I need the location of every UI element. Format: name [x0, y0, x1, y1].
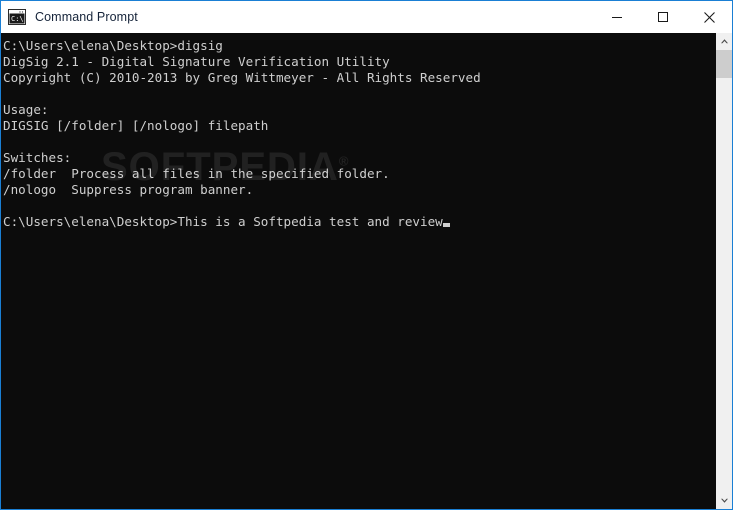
maximize-button[interactable] — [640, 1, 686, 33]
maximize-icon — [658, 12, 668, 22]
window-title: Command Prompt — [35, 10, 138, 24]
console-output[interactable]: C:\Users\elena\Desktop>digsig DigSig 2.1… — [1, 33, 716, 509]
console-prompt: C:\Users\elena\Desktop> — [3, 214, 178, 229]
scroll-down-button[interactable] — [716, 492, 732, 509]
titlebar[interactable]: C:\ Command Prompt — [1, 1, 732, 33]
close-button[interactable] — [686, 1, 732, 33]
minimize-icon — [612, 17, 622, 18]
console-icon: C:\ — [8, 9, 26, 25]
scrollbar-thumb[interactable] — [716, 50, 732, 78]
scroll-up-icon — [720, 39, 728, 44]
console-text: C:\Users\elena\Desktop>digsig DigSig 2.1… — [3, 38, 481, 230]
scroll-down-icon — [720, 498, 728, 503]
close-icon — [703, 11, 715, 23]
console-scrollbar[interactable] — [716, 33, 732, 509]
console-area: C:\Users\elena\Desktop>digsig DigSig 2.1… — [1, 33, 732, 509]
console-lines: C:\Users\elena\Desktop>digsig DigSig 2.1… — [3, 38, 481, 197]
minimize-button[interactable] — [594, 1, 640, 33]
command-prompt-window: C:\ Command Prompt C:\Users\elena\Deskto… — [0, 0, 733, 510]
svg-text:C:\: C:\ — [11, 15, 24, 23]
console-cursor — [442, 223, 451, 227]
scrollbar-track[interactable] — [716, 50, 732, 492]
console-typed-command: This is a Softpedia test and review — [177, 214, 443, 229]
scroll-up-button[interactable] — [716, 33, 732, 50]
window-controls — [594, 1, 732, 33]
